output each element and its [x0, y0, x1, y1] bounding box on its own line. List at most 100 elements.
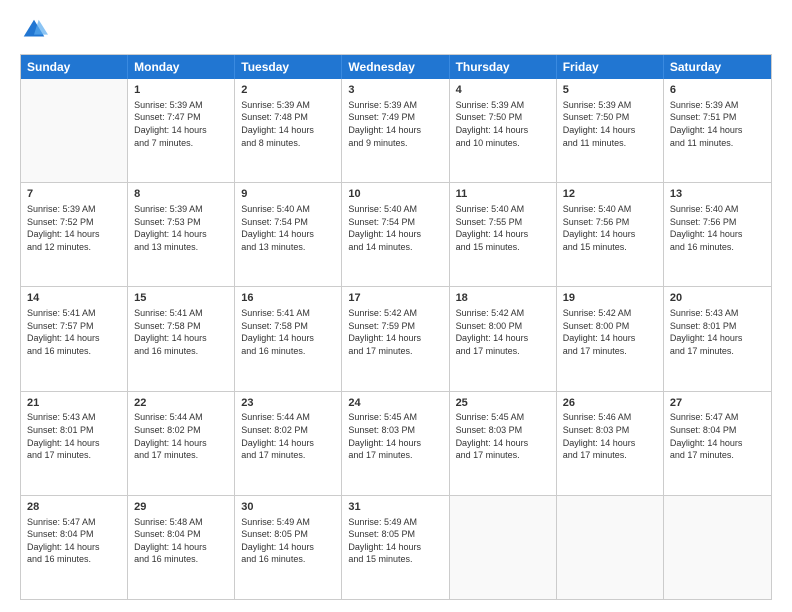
cell-sun-info: Sunrise: 5:39 AM Sunset: 7:50 PM Dayligh…: [456, 99, 550, 149]
calendar-cell: 5Sunrise: 5:39 AM Sunset: 7:50 PM Daylig…: [557, 79, 664, 182]
day-number: 13: [670, 187, 765, 202]
day-number: 8: [134, 187, 228, 202]
calendar-row: 1Sunrise: 5:39 AM Sunset: 7:47 PM Daylig…: [21, 79, 771, 182]
cell-sun-info: Sunrise: 5:42 AM Sunset: 7:59 PM Dayligh…: [348, 307, 442, 357]
cell-sun-info: Sunrise: 5:47 AM Sunset: 8:04 PM Dayligh…: [27, 516, 121, 566]
day-number: 3: [348, 83, 442, 98]
cell-sun-info: Sunrise: 5:39 AM Sunset: 7:49 PM Dayligh…: [348, 99, 442, 149]
calendar-cell: 19Sunrise: 5:42 AM Sunset: 8:00 PM Dayli…: [557, 287, 664, 390]
cell-sun-info: Sunrise: 5:42 AM Sunset: 8:00 PM Dayligh…: [456, 307, 550, 357]
weekday-header: Thursday: [450, 55, 557, 79]
cell-sun-info: Sunrise: 5:49 AM Sunset: 8:05 PM Dayligh…: [348, 516, 442, 566]
cell-sun-info: Sunrise: 5:48 AM Sunset: 8:04 PM Dayligh…: [134, 516, 228, 566]
day-number: 27: [670, 396, 765, 411]
calendar-cell: 2Sunrise: 5:39 AM Sunset: 7:48 PM Daylig…: [235, 79, 342, 182]
calendar-cell: 8Sunrise: 5:39 AM Sunset: 7:53 PM Daylig…: [128, 183, 235, 286]
cell-sun-info: Sunrise: 5:41 AM Sunset: 7:58 PM Dayligh…: [134, 307, 228, 357]
cell-sun-info: Sunrise: 5:43 AM Sunset: 8:01 PM Dayligh…: [670, 307, 765, 357]
cell-sun-info: Sunrise: 5:40 AM Sunset: 7:56 PM Dayligh…: [563, 203, 657, 253]
logo: [20, 16, 52, 44]
calendar-cell: 9Sunrise: 5:40 AM Sunset: 7:54 PM Daylig…: [235, 183, 342, 286]
calendar-cell: 28Sunrise: 5:47 AM Sunset: 8:04 PM Dayli…: [21, 496, 128, 599]
header: [20, 16, 772, 44]
cell-sun-info: Sunrise: 5:40 AM Sunset: 7:56 PM Dayligh…: [670, 203, 765, 253]
day-number: 28: [27, 500, 121, 515]
calendar-cell: 30Sunrise: 5:49 AM Sunset: 8:05 PM Dayli…: [235, 496, 342, 599]
calendar-cell: 14Sunrise: 5:41 AM Sunset: 7:57 PM Dayli…: [21, 287, 128, 390]
day-number: 21: [27, 396, 121, 411]
day-number: 18: [456, 291, 550, 306]
cell-sun-info: Sunrise: 5:39 AM Sunset: 7:52 PM Dayligh…: [27, 203, 121, 253]
calendar-row: 7Sunrise: 5:39 AM Sunset: 7:52 PM Daylig…: [21, 182, 771, 286]
day-number: 22: [134, 396, 228, 411]
cell-sun-info: Sunrise: 5:45 AM Sunset: 8:03 PM Dayligh…: [348, 411, 442, 461]
cell-sun-info: Sunrise: 5:39 AM Sunset: 7:48 PM Dayligh…: [241, 99, 335, 149]
day-number: 19: [563, 291, 657, 306]
calendar-row: 28Sunrise: 5:47 AM Sunset: 8:04 PM Dayli…: [21, 495, 771, 599]
day-number: 7: [27, 187, 121, 202]
cell-sun-info: Sunrise: 5:39 AM Sunset: 7:50 PM Dayligh…: [563, 99, 657, 149]
day-number: 29: [134, 500, 228, 515]
day-number: 16: [241, 291, 335, 306]
calendar-cell: 25Sunrise: 5:45 AM Sunset: 8:03 PM Dayli…: [450, 392, 557, 495]
weekday-header: Sunday: [21, 55, 128, 79]
page: SundayMondayTuesdayWednesdayThursdayFrid…: [0, 0, 792, 612]
day-number: 6: [670, 83, 765, 98]
cell-sun-info: Sunrise: 5:40 AM Sunset: 7:54 PM Dayligh…: [241, 203, 335, 253]
cell-sun-info: Sunrise: 5:39 AM Sunset: 7:47 PM Dayligh…: [134, 99, 228, 149]
cell-sun-info: Sunrise: 5:41 AM Sunset: 7:58 PM Dayligh…: [241, 307, 335, 357]
cell-sun-info: Sunrise: 5:42 AM Sunset: 8:00 PM Dayligh…: [563, 307, 657, 357]
calendar-cell: 7Sunrise: 5:39 AM Sunset: 7:52 PM Daylig…: [21, 183, 128, 286]
cell-sun-info: Sunrise: 5:40 AM Sunset: 7:54 PM Dayligh…: [348, 203, 442, 253]
day-number: 24: [348, 396, 442, 411]
calendar-cell: 13Sunrise: 5:40 AM Sunset: 7:56 PM Dayli…: [664, 183, 771, 286]
calendar-cell: 21Sunrise: 5:43 AM Sunset: 8:01 PM Dayli…: [21, 392, 128, 495]
calendar-cell: 3Sunrise: 5:39 AM Sunset: 7:49 PM Daylig…: [342, 79, 449, 182]
logo-icon: [20, 16, 48, 44]
cell-sun-info: Sunrise: 5:45 AM Sunset: 8:03 PM Dayligh…: [456, 411, 550, 461]
weekday-header: Saturday: [664, 55, 771, 79]
day-number: 12: [563, 187, 657, 202]
calendar-cell: 22Sunrise: 5:44 AM Sunset: 8:02 PM Dayli…: [128, 392, 235, 495]
cell-sun-info: Sunrise: 5:43 AM Sunset: 8:01 PM Dayligh…: [27, 411, 121, 461]
calendar-row: 14Sunrise: 5:41 AM Sunset: 7:57 PM Dayli…: [21, 286, 771, 390]
cell-sun-info: Sunrise: 5:47 AM Sunset: 8:04 PM Dayligh…: [670, 411, 765, 461]
calendar-cell: 17Sunrise: 5:42 AM Sunset: 7:59 PM Dayli…: [342, 287, 449, 390]
day-number: 11: [456, 187, 550, 202]
calendar-cell: 10Sunrise: 5:40 AM Sunset: 7:54 PM Dayli…: [342, 183, 449, 286]
calendar-cell: 6Sunrise: 5:39 AM Sunset: 7:51 PM Daylig…: [664, 79, 771, 182]
day-number: 15: [134, 291, 228, 306]
calendar-cell: [21, 79, 128, 182]
weekday-header: Tuesday: [235, 55, 342, 79]
calendar-cell: [557, 496, 664, 599]
cell-sun-info: Sunrise: 5:44 AM Sunset: 8:02 PM Dayligh…: [134, 411, 228, 461]
calendar-cell: 29Sunrise: 5:48 AM Sunset: 8:04 PM Dayli…: [128, 496, 235, 599]
calendar-cell: 18Sunrise: 5:42 AM Sunset: 8:00 PM Dayli…: [450, 287, 557, 390]
day-number: 31: [348, 500, 442, 515]
calendar-cell: 16Sunrise: 5:41 AM Sunset: 7:58 PM Dayli…: [235, 287, 342, 390]
weekday-header: Wednesday: [342, 55, 449, 79]
day-number: 20: [670, 291, 765, 306]
day-number: 14: [27, 291, 121, 306]
day-number: 10: [348, 187, 442, 202]
calendar-cell: 23Sunrise: 5:44 AM Sunset: 8:02 PM Dayli…: [235, 392, 342, 495]
calendar-cell: 24Sunrise: 5:45 AM Sunset: 8:03 PM Dayli…: [342, 392, 449, 495]
calendar-cell: 1Sunrise: 5:39 AM Sunset: 7:47 PM Daylig…: [128, 79, 235, 182]
day-number: 2: [241, 83, 335, 98]
calendar-cell: 20Sunrise: 5:43 AM Sunset: 8:01 PM Dayli…: [664, 287, 771, 390]
day-number: 30: [241, 500, 335, 515]
cell-sun-info: Sunrise: 5:41 AM Sunset: 7:57 PM Dayligh…: [27, 307, 121, 357]
day-number: 9: [241, 187, 335, 202]
day-number: 26: [563, 396, 657, 411]
calendar-cell: 11Sunrise: 5:40 AM Sunset: 7:55 PM Dayli…: [450, 183, 557, 286]
calendar-body: 1Sunrise: 5:39 AM Sunset: 7:47 PM Daylig…: [21, 79, 771, 599]
cell-sun-info: Sunrise: 5:44 AM Sunset: 8:02 PM Dayligh…: [241, 411, 335, 461]
cell-sun-info: Sunrise: 5:46 AM Sunset: 8:03 PM Dayligh…: [563, 411, 657, 461]
day-number: 1: [134, 83, 228, 98]
weekday-header: Monday: [128, 55, 235, 79]
cell-sun-info: Sunrise: 5:39 AM Sunset: 7:53 PM Dayligh…: [134, 203, 228, 253]
cell-sun-info: Sunrise: 5:39 AM Sunset: 7:51 PM Dayligh…: [670, 99, 765, 149]
calendar-cell: 27Sunrise: 5:47 AM Sunset: 8:04 PM Dayli…: [664, 392, 771, 495]
day-number: 4: [456, 83, 550, 98]
day-number: 25: [456, 396, 550, 411]
